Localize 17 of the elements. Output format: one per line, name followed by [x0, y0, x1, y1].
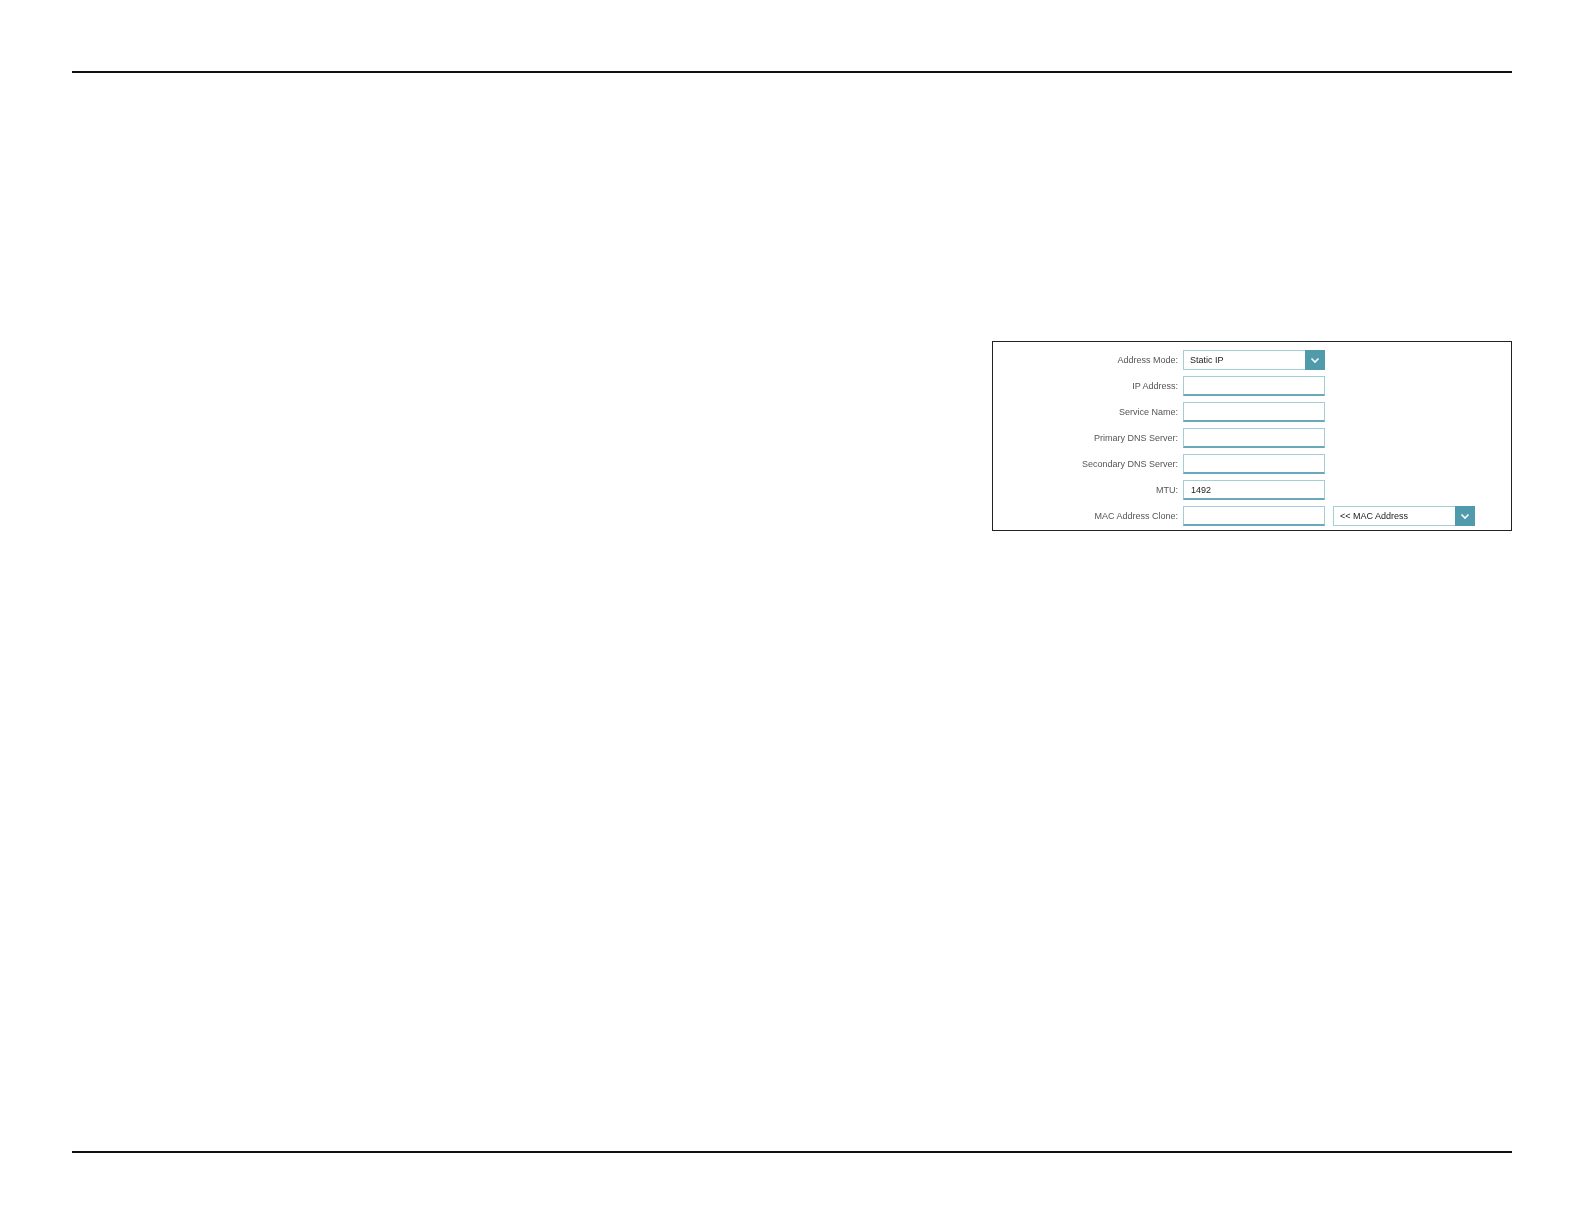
field-label: IP Address:: [1131, 381, 1178, 391]
field-label: Address Mode:: [1116, 355, 1178, 365]
text-field[interactable]: 1492: [1183, 480, 1325, 500]
field-label: Primary DNS Server:: [1093, 433, 1178, 443]
dropdown[interactable]: << MAC Address: [1333, 506, 1475, 526]
text-field[interactable]: [1183, 428, 1325, 448]
text-field[interactable]: [1183, 376, 1325, 396]
text-field[interactable]: [1183, 454, 1325, 474]
field-label: Secondary DNS Server:: [1080, 459, 1178, 469]
text-field[interactable]: [1183, 506, 1325, 526]
text-field[interactable]: [1183, 402, 1325, 422]
field-label: MTU:: [1155, 485, 1178, 495]
chevron-down-icon: [1455, 506, 1475, 526]
dropdown[interactable]: Static IP: [1183, 350, 1325, 370]
field-label: MAC Address Clone:: [1093, 511, 1178, 521]
field-label: Service Name:: [1117, 407, 1178, 417]
chevron-down-icon: [1305, 350, 1325, 370]
